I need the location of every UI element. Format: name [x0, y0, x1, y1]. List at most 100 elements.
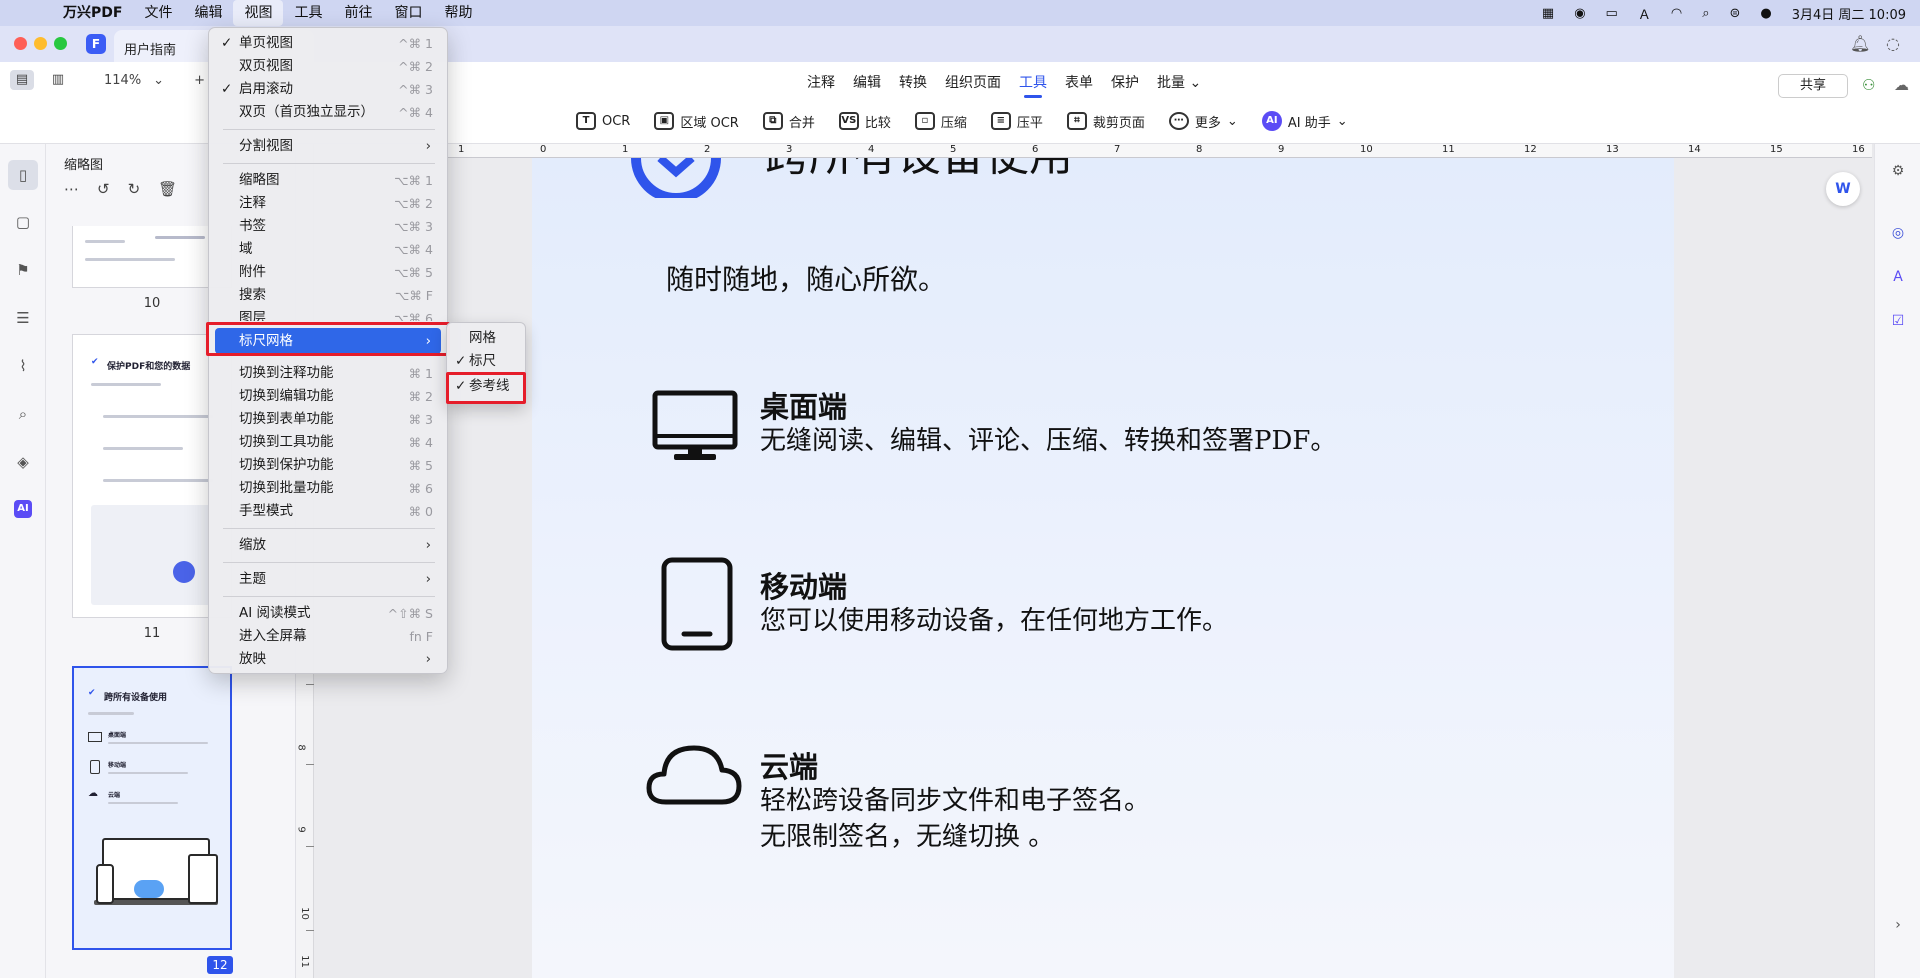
tab-batch[interactable]: 批量 ⌄ [1148, 72, 1210, 98]
tab-edit[interactable]: 编辑 [844, 72, 890, 98]
input-method-icon[interactable]: Ａ [1638, 4, 1651, 23]
clock[interactable]: 3月4日 周二 10:09 [1792, 4, 1906, 23]
wifi-icon[interactable]: ◠ [1671, 6, 1682, 21]
tab-convert[interactable]: 转换 [890, 72, 936, 98]
user-icon[interactable]: ◉ [1574, 6, 1585, 21]
menu-item-hand-mode[interactable]: 手型模式 ⌘ 0 [215, 500, 441, 523]
menu-go[interactable]: 前往 [333, 0, 383, 26]
crop-page-button[interactable]: ⌗ 裁剪页面 [1066, 108, 1145, 134]
menu-item-ai-reading[interactable]: AI 阅读模式 ^⇧⌘ S [215, 602, 441, 625]
menu-item-comments[interactable]: 注释 ⌥⌘ 2 [215, 192, 441, 215]
menu-view[interactable]: 视图 [233, 0, 284, 26]
app-logo-icon: F [86, 34, 106, 54]
menu-item-zoom[interactable]: 缩放 › [215, 534, 441, 557]
menu-item-switch-edit[interactable]: 切换到编辑功能 ⌘ 2 [215, 385, 441, 408]
ruler-label: 10 [1360, 144, 1373, 155]
tab-forms[interactable]: 表单 [1056, 72, 1102, 98]
menu-item-bookmarks[interactable]: 书签 ⌥⌘ 3 [215, 215, 441, 238]
more-button[interactable]: ⋯ 更多 ⌄ [1168, 108, 1238, 134]
cloud-upload-icon[interactable]: ☁ [1894, 76, 1909, 94]
thumbnail-page-12[interactable]: ✔ 跨所有设备使用 桌面端 移动端 ☁ 云端 [72, 666, 232, 950]
search-icon[interactable]: ⌕ [1702, 6, 1709, 21]
horizontal-ruler[interactable]: 1 0 1 2 3 4 5 6 7 8 9 10 11 12 13 14 15 … [448, 144, 1872, 158]
flatten-button[interactable]: ≡ 压平 [990, 108, 1043, 134]
chevron-down-icon: ⌄ [1185, 75, 1202, 91]
control-center-icon[interactable]: ⊜ [1729, 6, 1740, 21]
ai-assistant-button[interactable]: AI AI 助手 ⌄ [1261, 108, 1348, 134]
properties-sliders-icon[interactable]: ⚙ [1887, 160, 1909, 182]
thumb-signature [155, 236, 205, 239]
menu-item-single-page[interactable]: ✓ 单页视图 ^⌘ 1 [215, 32, 441, 55]
two-page-layout-icon[interactable]: ▥ [46, 70, 70, 90]
status-app-icon[interactable]: ▦ [1542, 6, 1554, 21]
menu-tools[interactable]: 工具 [283, 0, 333, 26]
tab-tools[interactable]: 工具 [1010, 72, 1056, 98]
floating-translate-icon[interactable]: W [1826, 172, 1860, 206]
account-avatar-icon[interactable]: ◌ [1886, 34, 1900, 53]
layers-panel-icon[interactable]: ◈ [13, 452, 33, 472]
ruler-label: 0 [540, 144, 547, 155]
siri-icon[interactable]: ● [1760, 6, 1771, 21]
share-button[interactable]: 共享 [1778, 74, 1848, 98]
bookmark-panel-icon[interactable]: ⚑ [13, 260, 33, 280]
menu-item-switch-forms[interactable]: 切换到表单功能 ⌘ 3 [215, 408, 441, 431]
compare-button[interactable]: VS 比较 [838, 108, 891, 134]
submenu-item-ruler[interactable]: ✓ 标尺 [451, 350, 523, 373]
menu-item-slideshow[interactable]: 放映 › [215, 648, 441, 671]
more-options-icon[interactable]: ⋯ [64, 180, 79, 198]
fields-panel-icon[interactable]: ☰ [13, 308, 33, 328]
menu-app[interactable]: 万兴PDF [52, 0, 133, 26]
menu-item-theme[interactable]: 主题 › [215, 568, 441, 591]
minimize-window-button[interactable] [34, 37, 47, 50]
submenu-item-grid[interactable]: 网格 [451, 327, 523, 350]
menu-item-fields[interactable]: 域 ⌥⌘ 4 [215, 238, 441, 261]
zoom-window-button[interactable] [54, 37, 67, 50]
menu-item-switch-protect[interactable]: 切换到保护功能 ⌘ 5 [215, 454, 441, 477]
translate-icon[interactable]: A [1887, 266, 1909, 288]
checklist-icon[interactable]: ☑ [1887, 310, 1909, 332]
menu-item-switch-batch[interactable]: 切换到批量功能 ⌘ 6 [215, 477, 441, 500]
menu-item-thumbnails[interactable]: 缩略图 ⌥⌘ 1 [215, 169, 441, 192]
menu-item-split-view[interactable]: 分割视图 › [215, 135, 441, 158]
menu-help[interactable]: 帮助 [433, 0, 483, 26]
area-ocr-button[interactable]: ▣ 区域 OCR [654, 108, 739, 134]
menu-window[interactable]: 窗口 [383, 0, 433, 26]
attachment-panel-icon[interactable]: ⌇ [13, 356, 33, 376]
tab-protect[interactable]: 保护 [1102, 72, 1148, 98]
ocr-button[interactable]: T OCR [576, 108, 630, 134]
tab-organize[interactable]: 组织页面 [936, 72, 1010, 98]
menu-item-two-page[interactable]: 双页视图 ^⌘ 2 [215, 55, 441, 78]
search-panel-icon[interactable]: ⌕ [13, 404, 33, 424]
rotate-right-icon[interactable]: ↻ [128, 180, 141, 198]
chevron-right-icon[interactable]: › [1887, 914, 1909, 936]
menu-item-fullscreen[interactable]: 进入全屏幕 fn F [215, 625, 441, 648]
close-window-button[interactable] [14, 37, 27, 50]
menu-item-enable-scroll[interactable]: ✓ 启用滚动 ^⌘ 3 [215, 78, 441, 101]
ai-panel-icon[interactable]: AI [14, 500, 32, 518]
merge-button[interactable]: ⧉ 合并 [762, 108, 815, 134]
menu-item-switch-annotate[interactable]: 切换到注释功能 ⌘ 1 [215, 362, 441, 385]
menu-shortcut: ^⌘ 2 [398, 59, 433, 74]
zoom-in-plus-icon[interactable]: + [194, 73, 205, 88]
menu-item-layers[interactable]: 图层 ⌥⌘ 6 [215, 307, 441, 321]
compress-button[interactable]: ▫ 压缩 [914, 108, 967, 134]
menu-item-switch-tools[interactable]: 切换到工具功能 ⌘ 4 [215, 431, 441, 454]
rotate-left-icon[interactable]: ↺ [97, 180, 110, 198]
zoom-dropdown-chevron-icon[interactable]: ⌄ [153, 73, 164, 88]
collaborate-icon[interactable]: ⚇ [1862, 76, 1875, 94]
pdf-page[interactable]: 随时随地，随心所欲。 桌面端 无缝阅读、编辑、评论、压缩、转换和签署PDF。 移… [532, 158, 1674, 978]
thumbnail-panel-icon[interactable]: ▯ [8, 160, 38, 190]
menu-file[interactable]: 文件 [133, 0, 183, 26]
menu-edit[interactable]: 编辑 [183, 0, 233, 26]
single-page-layout-icon[interactable]: ▤ [10, 70, 34, 90]
menu-item-two-page-cover[interactable]: 双页（首页独立显示） ^⌘ 4 [215, 101, 441, 124]
tab-annotate[interactable]: 注释 [798, 72, 844, 98]
bell-icon[interactable]: 🔔︎ [1850, 34, 1870, 53]
comment-panel-icon[interactable]: ▢ [13, 212, 33, 232]
ai-robot-icon[interactable]: ◎ [1887, 222, 1909, 244]
zoom-level[interactable]: 114% [104, 73, 141, 88]
delete-icon[interactable]: 🗑︎ [158, 180, 177, 198]
menu-item-attachments[interactable]: 附件 ⌥⌘ 5 [215, 261, 441, 284]
menu-item-search[interactable]: 搜索 ⌥⌘ F [215, 284, 441, 307]
display-icon[interactable]: ▭ [1606, 6, 1618, 21]
